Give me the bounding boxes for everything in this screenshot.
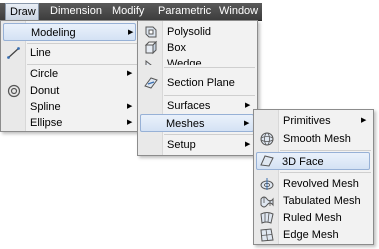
polysolid-icon bbox=[143, 24, 159, 40]
draw-item-ellipse-label: Ellipse bbox=[30, 117, 63, 129]
meshes-item-revolved-mesh-label: Revolved Mesh bbox=[283, 178, 359, 190]
draw-item-circle-label: Circle bbox=[30, 68, 59, 80]
draw-item-line[interactable]: Line bbox=[3, 44, 136, 62]
meshes-item-tabulated-mesh[interactable]: Tabulated Mesh bbox=[256, 192, 370, 210]
edge-mesh-icon bbox=[259, 227, 275, 243]
meshes-item-revolved-mesh[interactable]: Revolved Mesh bbox=[256, 175, 370, 193]
draw-item-ellipse[interactable]: Ellipse ▶ bbox=[3, 114, 136, 132]
chevron-right-icon: ▶ bbox=[245, 141, 251, 148]
meshes-item-smooth-mesh-label: Smooth Mesh bbox=[283, 133, 351, 145]
draw-item-modeling[interactable]: Modeling ▶ bbox=[3, 23, 136, 41]
meshes-item-primitives-label: Primitives bbox=[283, 115, 331, 127]
wedge-icon bbox=[143, 56, 159, 65]
ruled-mesh-icon bbox=[259, 210, 275, 226]
draw-item-line-label: Line bbox=[30, 47, 51, 59]
meshes-item-tabulated-mesh-label: Tabulated Mesh bbox=[283, 195, 361, 207]
menu-parametric[interactable]: Parametric bbox=[158, 3, 211, 20]
chevron-right-icon: ▶ bbox=[245, 102, 251, 109]
separator bbox=[164, 95, 255, 96]
draw-item-modeling-label: Modeling bbox=[31, 27, 76, 39]
meshes-item-smooth-mesh[interactable]: Smooth Mesh bbox=[256, 130, 370, 148]
modeling-item-meshes-label: Meshes bbox=[166, 118, 205, 130]
meshes-menu: Primitives ▶ Smooth Mesh 3D Face Revolve… bbox=[253, 109, 374, 245]
modeling-item-section-plane[interactable]: Section Plane bbox=[140, 74, 254, 92]
menu-draw[interactable]: Draw bbox=[5, 3, 39, 20]
chevron-right-icon: ▶ bbox=[128, 29, 134, 36]
meshes-item-primitives[interactable]: Primitives ▶ bbox=[256, 112, 370, 130]
chevron-right-icon: ▶ bbox=[361, 117, 367, 124]
modeling-item-wedge-label: Wedge bbox=[167, 58, 202, 65]
line-icon bbox=[6, 45, 22, 61]
chevron-right-icon: ▶ bbox=[127, 70, 133, 77]
modeling-item-surfaces-label: Surfaces bbox=[167, 100, 211, 112]
menu-dimension[interactable]: Dimension bbox=[50, 3, 102, 20]
draw-item-circle[interactable]: Circle ▶ bbox=[3, 65, 136, 83]
3d-face-icon bbox=[259, 153, 275, 169]
revolved-mesh-icon bbox=[259, 176, 275, 192]
modeling-menu: Polysolid Box Wedge Section Plane Surfac… bbox=[137, 20, 258, 156]
meshes-item-ruled-mesh-label: Ruled Mesh bbox=[283, 212, 342, 224]
meshes-item-3d-face[interactable]: 3D Face bbox=[256, 152, 370, 170]
meshes-item-edge-mesh-label: Edge Mesh bbox=[283, 229, 339, 241]
meshes-item-edge-mesh[interactable]: Edge Mesh bbox=[256, 226, 370, 244]
section-plane-icon bbox=[143, 75, 159, 91]
separator bbox=[164, 134, 255, 135]
tabulated-mesh-icon bbox=[259, 193, 275, 209]
draw-menu: Modeling ▶ Line Circle ▶ Donut Spline ▶ … bbox=[0, 20, 140, 132]
separator bbox=[280, 150, 371, 151]
chevron-right-icon: ▶ bbox=[244, 120, 250, 127]
modeling-item-surfaces[interactable]: Surfaces ▶ bbox=[140, 97, 254, 115]
modeling-item-setup[interactable]: Setup ▶ bbox=[140, 136, 254, 154]
box-icon bbox=[143, 40, 159, 56]
separator bbox=[164, 67, 255, 68]
meshes-item-ruled-mesh[interactable]: Ruled Mesh bbox=[256, 209, 370, 227]
modeling-item-setup-label: Setup bbox=[167, 139, 196, 151]
menu-window[interactable]: Window bbox=[219, 3, 258, 20]
meshes-item-3d-face-label: 3D Face bbox=[282, 156, 324, 168]
modeling-item-wedge[interactable]: Wedge bbox=[140, 55, 254, 65]
menu-bar: Draw Dimension Modify Parametric Window bbox=[0, 3, 262, 21]
donut-icon bbox=[6, 83, 22, 99]
menu-modify[interactable]: Modify bbox=[112, 3, 144, 20]
smooth-mesh-icon bbox=[259, 131, 275, 147]
chevron-right-icon: ▶ bbox=[127, 119, 133, 126]
separator bbox=[280, 172, 371, 173]
modeling-item-meshes[interactable]: Meshes ▶ bbox=[140, 114, 254, 132]
modeling-item-section-plane-label: Section Plane bbox=[167, 77, 235, 89]
